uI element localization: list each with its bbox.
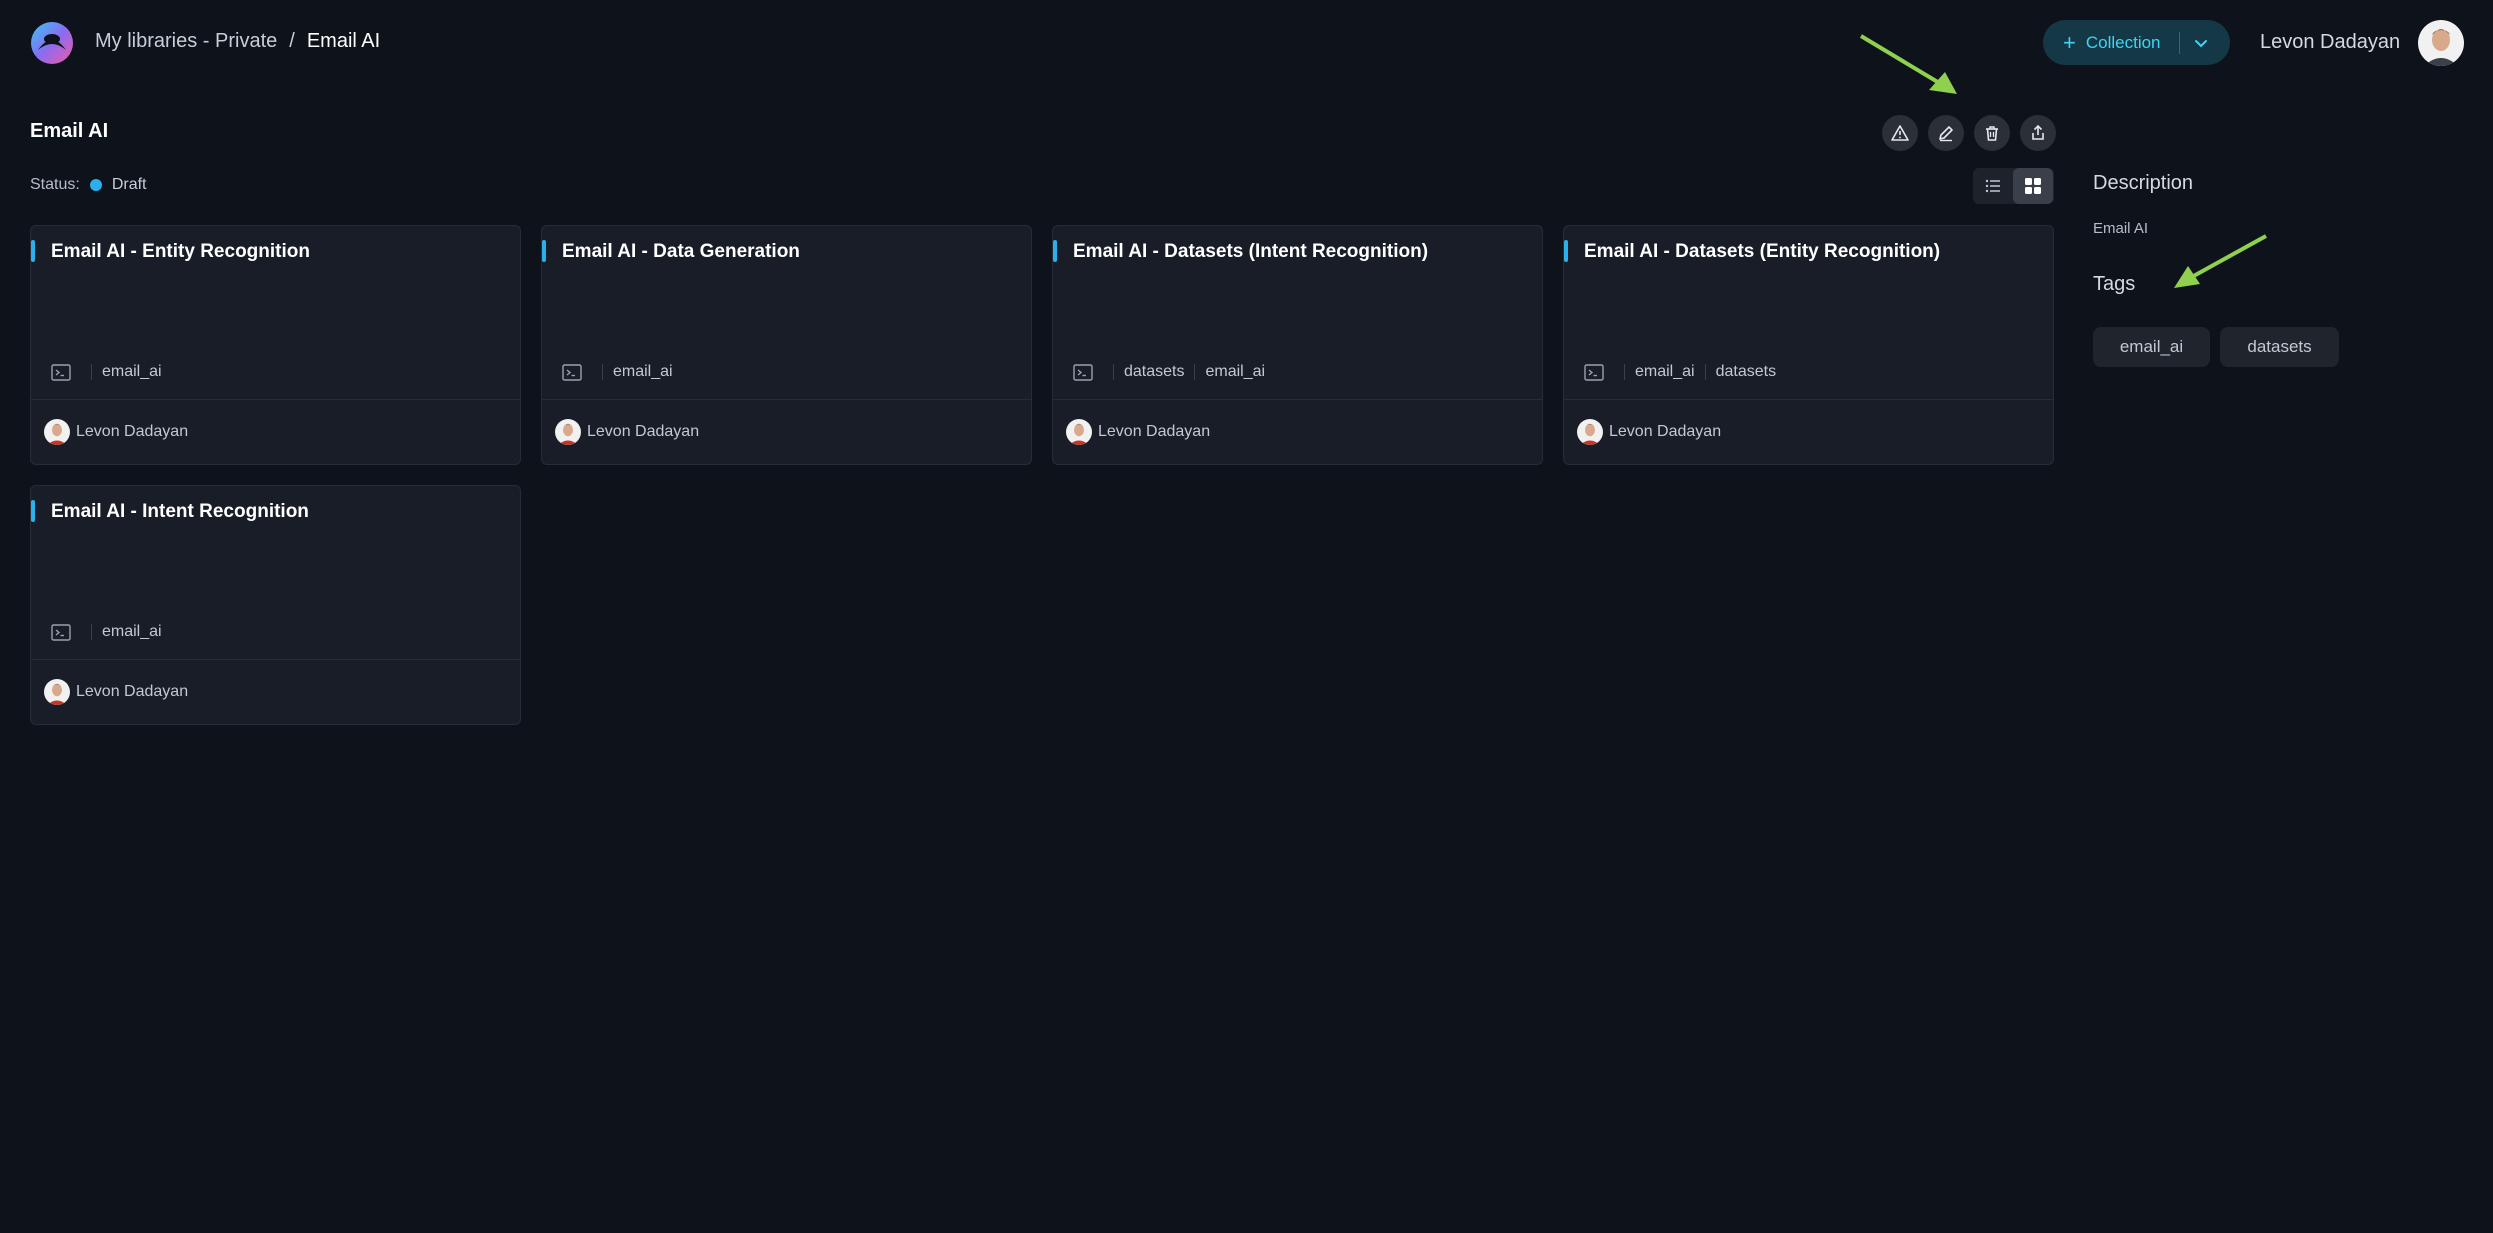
card-accent-bar bbox=[1053, 240, 1057, 262]
card-accent-bar bbox=[542, 240, 546, 262]
collection-card[interactable]: Email AI - Datasets (Entity Recognition)… bbox=[1563, 225, 2054, 465]
tags-heading: Tags bbox=[2093, 273, 2136, 295]
breadcrumb-item-current: Email AI bbox=[306, 30, 381, 52]
app-logo[interactable] bbox=[29, 20, 75, 66]
breadcrumb-item-libraries[interactable]: My libraries - Private bbox=[95, 30, 277, 53]
status-badge: Draft bbox=[111, 176, 147, 193]
tag-divider bbox=[1624, 364, 1625, 380]
terminal-icon bbox=[51, 624, 71, 641]
card-tag: email_ai bbox=[102, 623, 162, 640]
plus-icon: + bbox=[2063, 29, 2076, 55]
breadcrumb-separator: / bbox=[289, 30, 295, 52]
collection-card[interactable]: Email AI - Entity Recognition email_ai L… bbox=[30, 225, 521, 465]
card-title: Email AI - Datasets (Entity Recognition) bbox=[1584, 241, 1941, 262]
collection-card[interactable]: Email AI - Datasets (Intent Recognition)… bbox=[1052, 225, 1543, 465]
tag-divider bbox=[91, 624, 92, 640]
card-author: Levon Dadayan bbox=[587, 423, 700, 440]
card-tag: datasets bbox=[1715, 363, 1777, 380]
warning-icon bbox=[1891, 125, 1909, 141]
card-tags: datasets email_ai bbox=[1073, 363, 1265, 381]
share-icon bbox=[2032, 124, 2044, 140]
card-accent-bar bbox=[1564, 240, 1568, 262]
view-toggle bbox=[1973, 168, 2054, 204]
card-tag: datasets bbox=[1124, 363, 1185, 380]
tag-divider bbox=[602, 364, 603, 380]
annotation-arrow-icon bbox=[2174, 234, 2267, 288]
card-footer: Levon Dadayan bbox=[542, 399, 1031, 464]
card-tag: email_ai bbox=[613, 363, 673, 380]
collection-card[interactable]: Email AI - Intent Recognition email_ai L… bbox=[30, 485, 521, 725]
add-collection-button[interactable]: + Collection bbox=[2043, 20, 2230, 65]
card-tag: email_ai bbox=[1635, 363, 1695, 380]
tag-pill[interactable]: datasets bbox=[2220, 327, 2339, 367]
card-title: Email AI - Data Generation bbox=[562, 241, 800, 262]
chevron-down-icon[interactable] bbox=[2192, 34, 2210, 52]
breadcrumb: My libraries - Private / Email AI bbox=[95, 30, 380, 53]
card-tag: email_ai bbox=[1205, 363, 1266, 380]
card-author: Levon Dadayan bbox=[1609, 423, 1722, 440]
status-indicator: Status: Draft bbox=[30, 176, 146, 194]
report-button[interactable] bbox=[1882, 115, 1918, 151]
avatar bbox=[555, 419, 581, 445]
card-tag: email_ai bbox=[102, 363, 162, 380]
card-footer: Levon Dadayan bbox=[1564, 399, 2053, 464]
card-title: Email AI - Datasets (Intent Recognition) bbox=[1073, 241, 1429, 262]
tag-divider bbox=[1704, 364, 1706, 380]
grid-view-button[interactable] bbox=[2013, 168, 2053, 204]
terminal-icon bbox=[51, 364, 71, 381]
card-tags: email_ai bbox=[51, 623, 162, 641]
user-name[interactable]: Levon Dadayan bbox=[2260, 31, 2400, 54]
edit-button[interactable] bbox=[1928, 115, 1964, 151]
description-heading: Description bbox=[2093, 172, 2194, 194]
card-title: Email AI - Intent Recognition bbox=[51, 501, 309, 522]
avatar bbox=[44, 679, 70, 705]
terminal-icon bbox=[562, 364, 582, 381]
avatar bbox=[44, 419, 70, 445]
terminal-icon bbox=[1584, 364, 1604, 381]
card-tags: email_ai datasets bbox=[1584, 363, 1776, 381]
edit-icon bbox=[1939, 126, 1953, 142]
trash-icon bbox=[1986, 126, 1998, 141]
annotation-arrow-icon bbox=[1859, 34, 1957, 94]
page-title: Email AI bbox=[30, 120, 109, 142]
avatar bbox=[1577, 419, 1603, 445]
card-footer: Levon Dadayan bbox=[31, 659, 520, 724]
share-button[interactable] bbox=[2020, 115, 2056, 151]
status-label: Status: bbox=[30, 176, 80, 193]
description-text: Email AI bbox=[2093, 220, 2149, 237]
grid-view-icon bbox=[2025, 178, 2041, 194]
card-author: Levon Dadayan bbox=[1098, 423, 1211, 440]
action-toolbar bbox=[1882, 115, 2056, 151]
tag-divider bbox=[1113, 364, 1114, 380]
tag-divider bbox=[91, 364, 92, 380]
card-footer: Levon Dadayan bbox=[31, 399, 520, 464]
list-view-icon bbox=[1985, 179, 2000, 193]
user-avatar[interactable] bbox=[2418, 20, 2464, 66]
card-footer: Levon Dadayan bbox=[1053, 399, 1542, 464]
button-divider bbox=[2178, 31, 2180, 54]
card-author: Levon Dadayan bbox=[76, 423, 189, 440]
card-title: Email AI - Entity Recognition bbox=[51, 241, 310, 262]
avatar bbox=[1066, 419, 1092, 445]
terminal-icon bbox=[1073, 364, 1093, 381]
card-tags: email_ai bbox=[51, 363, 162, 381]
card-accent-bar bbox=[31, 240, 35, 262]
tag-pill[interactable]: email_ai bbox=[2093, 327, 2210, 367]
card-tags: email_ai bbox=[562, 363, 673, 381]
list-view-button[interactable] bbox=[1973, 168, 2013, 204]
collection-card[interactable]: Email AI - Data Generation email_ai Levo… bbox=[541, 225, 1032, 465]
collection-button-label: Collection bbox=[2085, 32, 2161, 52]
status-dot bbox=[89, 179, 102, 191]
card-accent-bar bbox=[31, 500, 35, 522]
tag-divider bbox=[1194, 364, 1196, 380]
delete-button[interactable] bbox=[1974, 115, 2010, 151]
card-author: Levon Dadayan bbox=[76, 683, 189, 700]
